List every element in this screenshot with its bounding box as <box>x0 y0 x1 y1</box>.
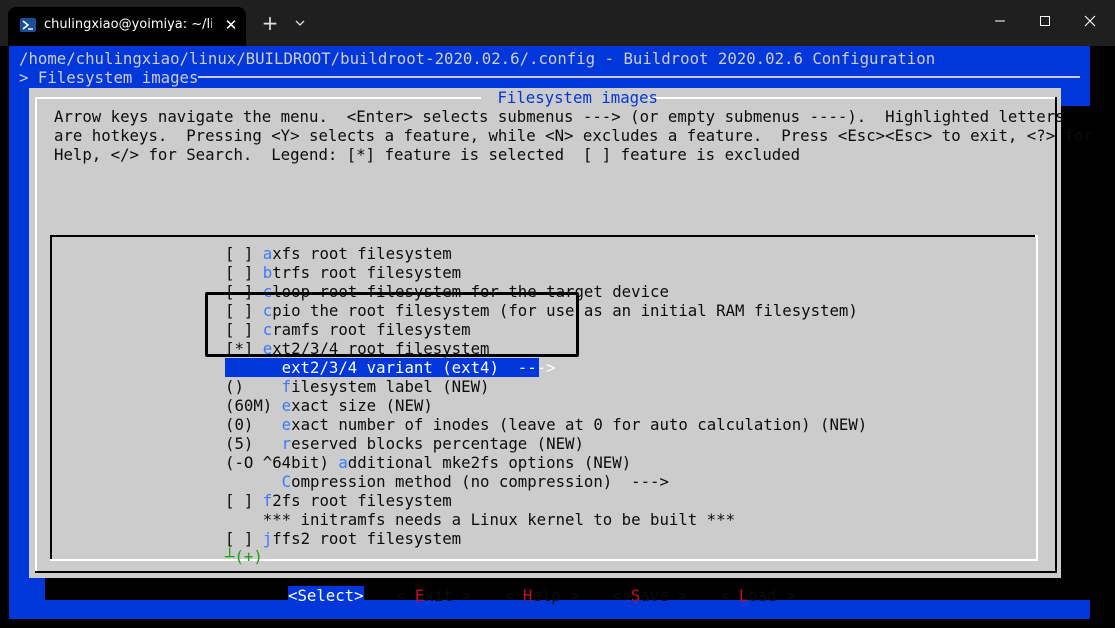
button-label: elp > <box>532 586 580 605</box>
terminal-tab[interactable]: chulingxiao@yoimiya: ~/linux ✕ <box>8 7 246 46</box>
item-label: xact number of inodes (leave at 0 for au… <box>291 415 868 434</box>
dialog-border <box>1055 97 1057 573</box>
item-label: trfs root filesystem <box>272 263 462 282</box>
dialog-border <box>35 97 481 99</box>
config-path-header: /home/chulingxiao/linux/BUILDROOT/buildr… <box>19 49 936 68</box>
button-bracket: < <box>504 586 523 605</box>
button-label: ave > <box>640 586 688 605</box>
menu-box-border <box>50 235 1038 237</box>
item-hotkey: e <box>281 396 292 415</box>
item-hotkey: e <box>281 415 292 434</box>
button-hotkey: L <box>738 586 749 605</box>
chevron-down-icon[interactable] <box>292 14 308 32</box>
item-hotkey: b <box>262 263 273 282</box>
item-label: xfs root filesystem <box>272 244 452 263</box>
item-hotkey: r <box>281 434 292 453</box>
minimize-icon[interactable] <box>977 0 1023 44</box>
help-button[interactable]: < Help > <box>504 586 580 605</box>
item-value: (60M) <box>225 396 282 415</box>
menu-item-reserved-blocks[interactable]: (5) reserved blocks percentage (NEW) <box>225 434 584 453</box>
item-hotkey: C <box>281 472 292 491</box>
item-hotkey: f <box>262 491 273 510</box>
item-value: (5) <box>225 434 282 453</box>
new-tab-button[interactable]: + <box>260 12 280 34</box>
menu-item-fs-label[interactable]: () filesystem label (NEW) <box>225 377 489 396</box>
button-hotkey: E <box>414 586 425 605</box>
item-label: ompression method (no compression) ---> <box>291 472 669 491</box>
exit-button[interactable]: < Exit > <box>396 586 472 605</box>
menu-item-f2fs[interactable]: [ ] f2fs root filesystem <box>225 491 452 510</box>
menu-item-ext-variant[interactable]: ext2/3/4 variant (ext4) ---> <box>225 358 556 377</box>
item-indent <box>225 472 282 491</box>
menu-box-border <box>1035 235 1038 237</box>
item-label: dditional mke2fs options (NEW) <box>347 453 632 472</box>
help-text-line: Help, </> for Search. Legend: [*] featur… <box>54 145 801 164</box>
item-label: ilesystem label (NEW) <box>291 377 490 396</box>
tab-close-icon[interactable]: ✕ <box>222 16 240 34</box>
highlight-annotation-box <box>205 292 579 357</box>
item-label: ffs2 root filesystem <box>272 529 462 548</box>
button-bracket: < <box>720 586 739 605</box>
item-checkbox: [ ] <box>225 529 263 548</box>
item-label: ext2/3/4 variant (ext4) ---> <box>281 358 556 377</box>
menu-item-mke2fs-options[interactable]: (-O ^64bit) additional mke2fs options (N… <box>225 453 631 472</box>
select-button[interactable]: <Select> <box>288 586 364 605</box>
menu-item-jffs2[interactable]: [ ] jffs2 root filesystem <box>225 529 461 548</box>
item-value: () <box>225 377 282 396</box>
menu-box-border <box>50 559 1038 561</box>
item-value: (0) <box>225 415 282 434</box>
item-hotkey: j <box>262 529 273 548</box>
scroll-more-indicator: ┴(+) <box>225 547 263 566</box>
dialog-title: Filesystem images <box>488 88 668 107</box>
header-divider <box>198 76 1080 78</box>
button-label: oad > <box>748 586 796 605</box>
menu-item-btrfs[interactable]: [ ] btrfs root filesystem <box>225 263 461 282</box>
dialog-border <box>35 571 1057 573</box>
help-text-line: Arrow keys navigate the menu. <Enter> se… <box>54 107 1065 126</box>
menu-item-compression[interactable]: Compression method (no compression) ---> <box>225 472 669 491</box>
item-hotkey: a <box>338 453 348 472</box>
tab-title: chulingxiao@yoimiya: ~/linux <box>44 17 212 32</box>
item-hotkey: f <box>281 377 292 396</box>
save-button[interactable]: < Save > <box>612 586 688 605</box>
menu-comment-initramfs: *** initramfs needs a Linux kernel to be… <box>225 510 735 529</box>
maximize-icon[interactable] <box>1022 0 1068 44</box>
item-indent <box>225 510 263 529</box>
item-indent <box>225 358 282 377</box>
menu-box-border <box>1036 235 1038 561</box>
menu-box-border <box>50 235 52 561</box>
button-hotkey: S <box>630 586 641 605</box>
breadcrumb: > Filesystem images <box>19 68 199 87</box>
item-checkbox: [ ] <box>225 244 263 263</box>
item-hotkey: a <box>262 244 273 263</box>
item-label: xact size (NEW) <box>291 396 433 415</box>
item-label: eserved blocks percentage (NEW) <box>291 434 584 453</box>
powershell-icon <box>20 18 36 32</box>
item-checkbox: [ ] <box>225 263 263 282</box>
button-label: xit > <box>424 586 472 605</box>
title-bar: chulingxiao@yoimiya: ~/linux ✕ + <box>0 0 1115 46</box>
close-icon[interactable] <box>1067 0 1113 44</box>
load-button[interactable]: < Load > <box>720 586 796 605</box>
menu-item-exact-size[interactable]: (60M) exact size (NEW) <box>225 396 433 415</box>
menu-item-inodes[interactable]: (0) exact number of inodes (leave at 0 f… <box>225 415 867 434</box>
item-label: 2fs root filesystem <box>272 491 452 510</box>
button-bracket: < <box>612 586 631 605</box>
item-value: (-O ^64bit) <box>225 453 339 472</box>
item-checkbox: [ ] <box>225 491 263 510</box>
button-bracket: < <box>396 586 415 605</box>
menu-item-axfs[interactable]: [ ] axfs root filesystem <box>225 244 452 263</box>
dialog-border <box>647 97 1057 99</box>
item-label: *** initramfs needs a Linux kernel to be… <box>262 510 736 529</box>
dialog-border <box>35 97 37 573</box>
button-hotkey: H <box>522 586 533 605</box>
help-text-line: are hotkeys. Pressing <Y> selects a feat… <box>54 126 1093 145</box>
